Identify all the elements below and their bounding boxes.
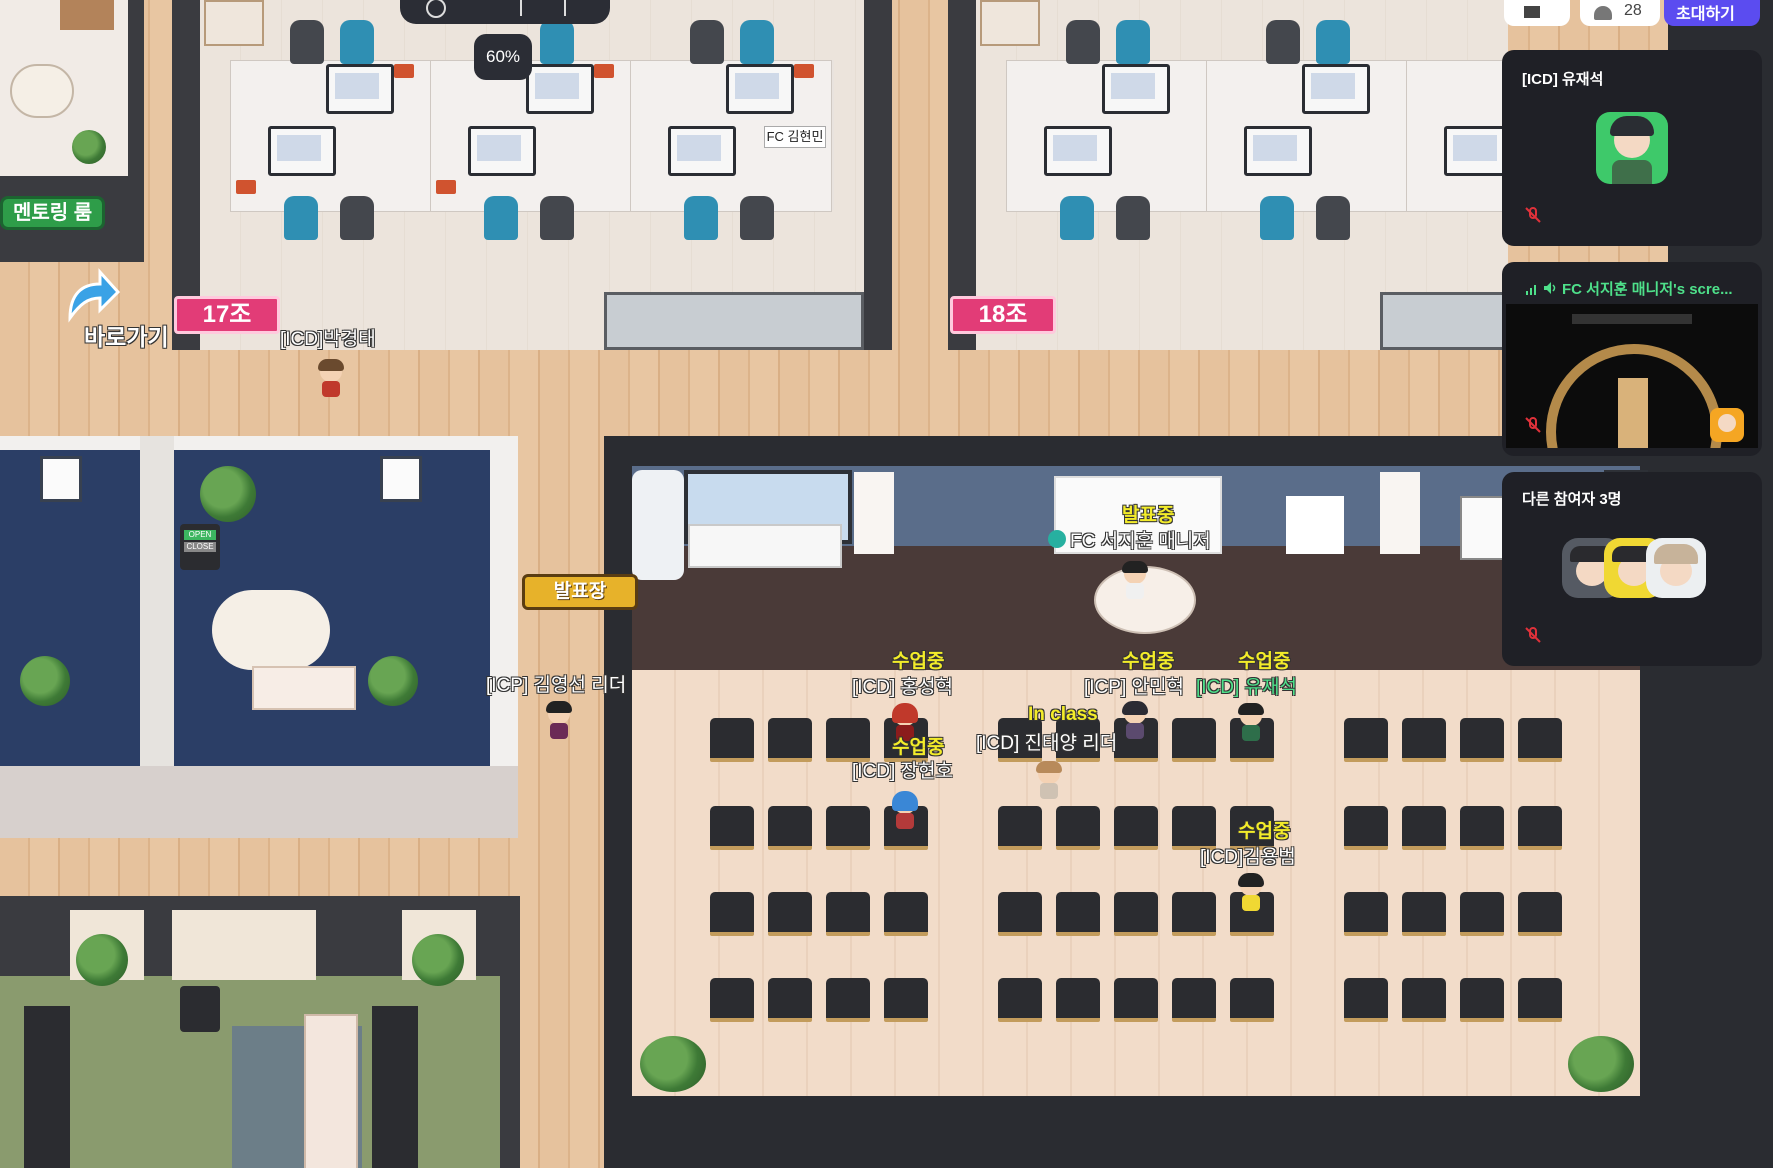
presentation-hall-sign: 발표장 bbox=[522, 574, 638, 610]
avatar[interactable] bbox=[892, 791, 918, 832]
presenting-status: 발표중 bbox=[1122, 505, 1175, 526]
layout-icon bbox=[1524, 6, 1540, 18]
avatar[interactable] bbox=[1238, 873, 1264, 914]
shortcut-label: 바로가기 bbox=[84, 324, 169, 350]
avatar[interactable] bbox=[1238, 703, 1264, 744]
rotate-icon[interactable] bbox=[426, 0, 446, 18]
avatar bbox=[1710, 408, 1744, 442]
map-toolbar bbox=[400, 0, 610, 24]
lounge-area: OPEN CLOSE bbox=[0, 436, 518, 838]
character-name: [ICD]김용범 bbox=[1200, 847, 1296, 868]
door-sign-open: OPEN bbox=[184, 530, 216, 540]
character-name: [ICD]박경태 bbox=[280, 329, 376, 350]
character-status: 수업중 bbox=[892, 737, 945, 758]
expand-icon[interactable] bbox=[564, 0, 566, 16]
screen-share-card[interactable]: FC 서지훈 매니저's scre... bbox=[1502, 262, 1762, 456]
character-name: [ICP] 안민혁 bbox=[1084, 677, 1184, 698]
character-name: [ICD] 진태양 리더 bbox=[976, 733, 1118, 754]
door-sign-close: CLOSE bbox=[184, 542, 216, 552]
character-name: [ICD] 홍성혁 bbox=[852, 677, 953, 698]
zoom-slider[interactable] bbox=[520, 0, 522, 16]
character-status: In class bbox=[1028, 704, 1098, 725]
group-18-sign: 18조 bbox=[950, 296, 1056, 334]
other-participants-card[interactable]: 다른 참여자 3명 bbox=[1502, 472, 1762, 666]
speaker-icon bbox=[1544, 281, 1558, 294]
signal-icon bbox=[1526, 282, 1538, 295]
character-status: 수업중 bbox=[892, 651, 945, 672]
office-group-17: FC 김현민 bbox=[172, 0, 892, 350]
avatar[interactable] bbox=[1122, 701, 1148, 742]
avatar bbox=[1646, 538, 1706, 598]
participants-button[interactable]: 28 bbox=[1580, 0, 1660, 26]
participant-count: 28 bbox=[1624, 2, 1642, 19]
character-name: [ICP] 김영선 리더 bbox=[486, 675, 627, 696]
character-name: [ICD] 유재석 bbox=[1196, 677, 1297, 698]
avatar[interactable] bbox=[318, 359, 344, 400]
avatar[interactable] bbox=[546, 701, 572, 742]
invite-label: 초대하기 bbox=[1676, 6, 1735, 23]
zoom-level: 60% bbox=[474, 34, 532, 80]
group-17-sign: 17조 bbox=[174, 296, 280, 334]
screen-share-title: FC 서지훈 매니저's scre... bbox=[1562, 281, 1733, 298]
people-icon bbox=[1594, 6, 1612, 20]
other-participants-title: 다른 참여자 3명 bbox=[1522, 491, 1622, 508]
character-status: 수업중 bbox=[1238, 651, 1291, 672]
mic-off-icon[interactable] bbox=[1524, 416, 1542, 434]
self-name: [ICD] 유재석 bbox=[1522, 71, 1604, 88]
bottom-left-rooms bbox=[0, 896, 520, 1168]
avatar bbox=[1596, 112, 1668, 184]
speaker-icon bbox=[1048, 530, 1066, 548]
invite-button[interactable]: 초대하기 bbox=[1664, 0, 1760, 26]
avatar[interactable] bbox=[1122, 561, 1148, 602]
avatar[interactable] bbox=[1036, 761, 1062, 802]
presenter-name: FC 서지훈 매니저 bbox=[1070, 531, 1211, 552]
mic-off-icon[interactable] bbox=[1524, 626, 1542, 644]
character-status: 수업중 bbox=[1122, 651, 1175, 672]
door-sign[interactable]: OPEN CLOSE bbox=[180, 524, 220, 570]
mentoring-room-sign: 멘토링 룸 bbox=[0, 196, 106, 230]
desk-nameplate: FC 김현민 bbox=[764, 126, 826, 148]
character-name: [ICD] 장현호 bbox=[852, 761, 953, 782]
character-status: 수업중 bbox=[1238, 821, 1291, 842]
self-video-card[interactable]: [ICD] 유재석 bbox=[1502, 50, 1762, 246]
mentoring-room-label: 멘토링 룸 bbox=[13, 202, 93, 224]
mic-off-icon[interactable] bbox=[1524, 206, 1542, 224]
layout-button[interactable] bbox=[1504, 0, 1570, 26]
